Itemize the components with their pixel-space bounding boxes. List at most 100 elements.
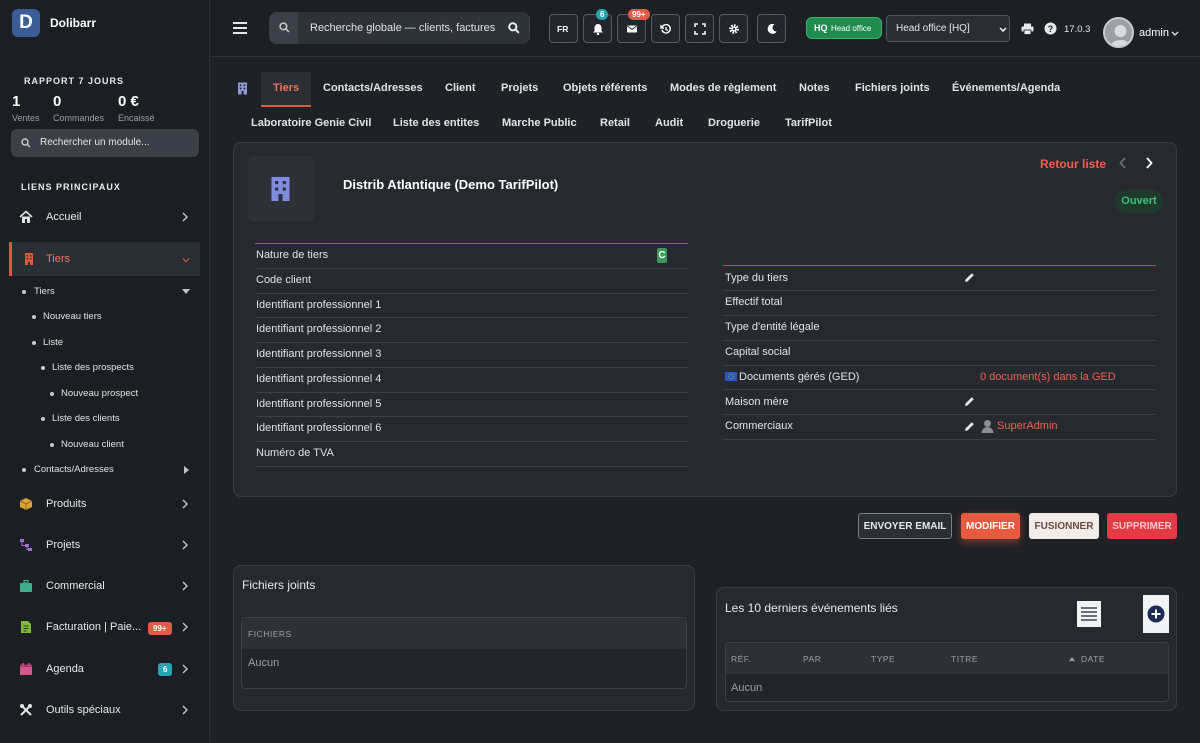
caret-right-icon[interactable]: [184, 466, 189, 474]
tab-modes-reglement[interactable]: Modes de règlement: [658, 72, 788, 107]
events-col-by[interactable]: PAR: [803, 654, 821, 664]
add-event-button[interactable]: [1143, 595, 1169, 633]
tab-laboratoire[interactable]: Laboratoire Genie Civil: [251, 117, 371, 129]
events-col-date[interactable]: DATE: [1081, 654, 1105, 664]
row-divider: [255, 342, 688, 343]
avatar[interactable]: [1103, 17, 1134, 48]
bullet-icon: [22, 468, 26, 472]
send-email-button[interactable]: ENVOYER EMAIL: [858, 513, 952, 539]
back-to-list-link[interactable]: Retour liste: [1040, 157, 1106, 171]
dark-mode-button[interactable]: [757, 14, 786, 43]
agenda-count-badge: 6: [158, 663, 173, 676]
next-icon[interactable]: [1145, 157, 1153, 169]
settings-button[interactable]: [719, 14, 748, 43]
caret-down-icon[interactable]: [182, 289, 190, 294]
tab-notes[interactable]: Notes: [787, 72, 842, 107]
sidebar-item-produits[interactable]: Produits: [0, 487, 200, 521]
row-divider: [723, 290, 1156, 291]
sidebar-item-label: Produits: [46, 498, 87, 510]
sidebar-item-commercial[interactable]: Commercial: [0, 569, 200, 603]
field-label: Identifiant professionnel 3: [256, 348, 382, 360]
hamburger-menu-icon[interactable]: [233, 22, 247, 36]
chevron-down-icon[interactable]: [1171, 31, 1179, 37]
status-badge: Ouvert: [1115, 190, 1163, 213]
app-name: Dolibarr: [50, 16, 97, 30]
sidebar-item-tiers[interactable]: Tiers: [9, 242, 200, 276]
language-button[interactable]: FR: [549, 14, 578, 43]
sort-asc-icon[interactable]: [1069, 657, 1075, 661]
links-title: LIENS PRINCIPAUX: [21, 182, 121, 192]
tab-tarifpilot[interactable]: TarifPilot: [785, 117, 832, 129]
building-icon: [25, 253, 33, 265]
sidebar-item-accueil[interactable]: Accueil: [0, 200, 200, 234]
print-icon[interactable]: [1021, 23, 1034, 35]
submenu-nouveau-client[interactable]: Nouveau client: [61, 439, 124, 450]
list-icon: [1081, 607, 1097, 621]
bullet-icon: [50, 443, 54, 447]
files-table-header: [242, 618, 686, 649]
submenu-contacts[interactable]: Contacts/Adresses: [34, 464, 114, 475]
sidebar-item-agenda[interactable]: Agenda 6: [0, 652, 200, 686]
row-divider: [723, 340, 1156, 341]
pencil-icon[interactable]: [964, 396, 975, 407]
bullet-icon: [22, 290, 26, 294]
entity-select[interactable]: Head office [HQ]: [886, 15, 1010, 42]
tab-retail[interactable]: Retail: [600, 117, 630, 129]
help-icon[interactable]: ?: [1044, 22, 1057, 35]
tab-tiers[interactable]: Tiers: [261, 72, 312, 107]
submenu-liste-clients[interactable]: Liste des clients: [52, 413, 120, 424]
nature-customer-badge: C: [657, 248, 667, 263]
tab-evenements[interactable]: Événements/Agenda: [940, 72, 1072, 107]
ged-documents-link[interactable]: 0 document(s) dans la GED: [980, 371, 1116, 383]
bullet-icon: [32, 341, 36, 345]
tab-liste-entites[interactable]: Liste des entites: [393, 117, 479, 129]
search-submit-icon[interactable]: [508, 22, 520, 34]
history-icon: [660, 23, 671, 34]
stat-sales-label: Ventes: [12, 113, 40, 123]
user-name[interactable]: admin: [1139, 27, 1169, 39]
invoice-icon: [21, 621, 31, 633]
tab-client[interactable]: Client: [433, 72, 488, 107]
tab-droguerie[interactable]: Droguerie: [708, 117, 760, 129]
entity-badge[interactable]: HQ Head office: [806, 17, 882, 39]
sidebar-item-outils[interactable]: Outils spéciaux: [0, 693, 200, 727]
tab-marche-public[interactable]: Marche Public: [502, 117, 577, 129]
submenu-nouveau-tiers[interactable]: Nouveau tiers: [43, 311, 102, 322]
submenu-nouveau-prospect[interactable]: Nouveau prospect: [61, 388, 138, 399]
calendar-icon: [20, 663, 32, 675]
merge-button[interactable]: FUSIONNER: [1029, 513, 1099, 539]
sidebar-item-projets[interactable]: Projets: [0, 528, 200, 562]
tab-objets-referents[interactable]: Objets référents: [551, 72, 659, 107]
fullscreen-button[interactable]: [685, 14, 714, 43]
version-label: 17.0.3: [1064, 24, 1091, 35]
global-search[interactable]: Recherche globale — clients, factures: [269, 12, 530, 44]
history-button[interactable]: [651, 14, 680, 43]
sidebar-item-facturation[interactable]: Facturation | Paie... 99+: [0, 610, 200, 644]
pencil-icon[interactable]: [964, 272, 975, 283]
tab-audit[interactable]: Audit: [655, 117, 683, 129]
chevron-right-icon: [182, 499, 188, 509]
submenu-liste-prospects[interactable]: Liste des prospects: [52, 362, 134, 373]
events-col-title[interactable]: TITRE: [951, 654, 978, 664]
tab-fichiers-joints[interactable]: Fichiers joints: [843, 72, 942, 107]
submenu-liste[interactable]: Liste: [43, 337, 63, 348]
sidebar-item-label: Accueil: [46, 211, 82, 223]
tab-projets[interactable]: Projets: [489, 72, 550, 107]
pencil-icon[interactable]: [964, 421, 975, 432]
sales-rep-link[interactable]: SuperAdmin: [997, 420, 1058, 432]
submenu-tiers[interactable]: Tiers: [34, 286, 55, 297]
modify-button[interactable]: MODIFIER: [961, 513, 1020, 539]
envelope-icon: [627, 25, 637, 33]
events-col-ref[interactable]: RÉF.: [731, 654, 751, 664]
entity-badge-code: HQ: [814, 23, 828, 33]
tab-contacts[interactable]: Contacts/Adresses: [311, 72, 435, 107]
list-view-button[interactable]: [1077, 601, 1101, 627]
previous-icon[interactable]: [1119, 157, 1127, 169]
events-col-type[interactable]: TYPE: [871, 654, 895, 664]
module-search-input[interactable]: Rechercher un module...: [11, 129, 199, 157]
delete-button[interactable]: SUPPRIMER: [1107, 513, 1177, 539]
stat-sales-value: 1: [12, 93, 21, 110]
dolibarr-logo[interactable]: D: [12, 9, 40, 37]
field-label: Code client: [256, 274, 312, 286]
search-icon: [21, 138, 31, 148]
